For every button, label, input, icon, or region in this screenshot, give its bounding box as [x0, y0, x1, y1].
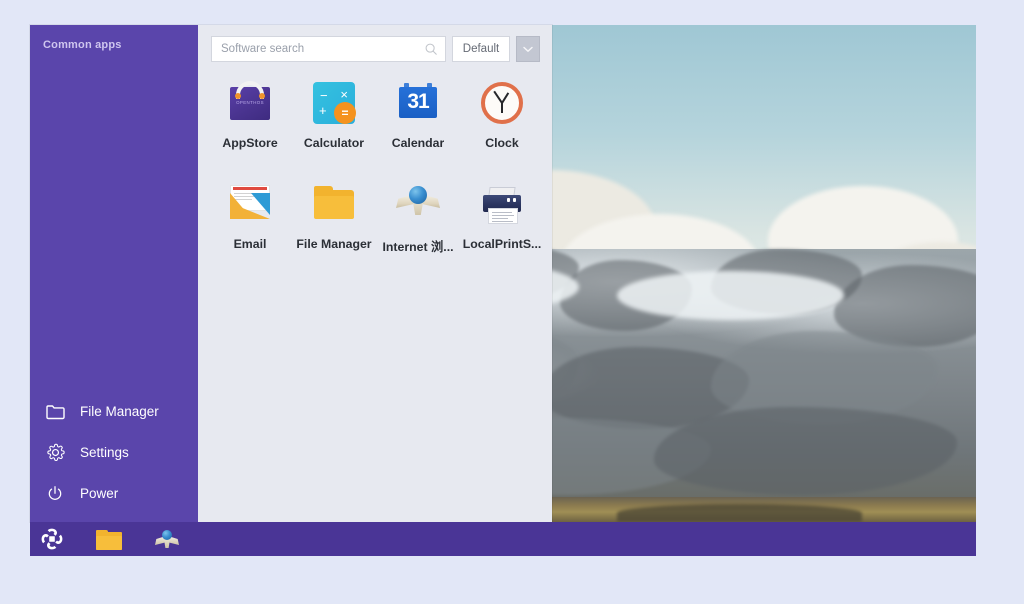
taskbar-browser[interactable] — [145, 522, 189, 556]
sidebar-item-settings[interactable]: Settings — [30, 432, 198, 473]
screen-root: Common apps File Manager Settings Power … — [0, 0, 1024, 604]
search-scope-label: Default — [462, 43, 500, 55]
app-tile-email[interactable]: Email — [208, 176, 292, 259]
clock-icon — [479, 80, 525, 126]
search-scope-dropdown-button[interactable] — [516, 36, 540, 62]
start-button[interactable] — [30, 522, 74, 556]
app-tile-calendar[interactable]: 31 Calendar — [376, 75, 460, 154]
browser-icon — [395, 181, 441, 227]
start-menu-panel: Default — [198, 25, 552, 522]
app-tile-calculator[interactable]: − × + = Calculator — [292, 75, 376, 154]
calendar-icon: 31 — [395, 80, 441, 126]
app-tile-file-manager[interactable]: File Manager — [292, 176, 376, 259]
app-label: File Manager — [296, 237, 372, 251]
calculator-icon: − × + = — [311, 80, 357, 126]
app-tile-local-print-share[interactable]: LocalPrintS... — [460, 176, 544, 259]
search-box[interactable] — [211, 36, 446, 62]
app-label: Clock — [485, 136, 519, 150]
search-icon[interactable] — [424, 42, 438, 56]
sidebar-bottom-list: File Manager Settings Power — [30, 391, 198, 522]
app-label: Internet 浏... — [382, 240, 454, 254]
gear-icon — [44, 442, 66, 464]
email-icon — [227, 181, 273, 227]
taskbar-file-manager[interactable] — [87, 522, 131, 556]
sidebar-item-label: Power — [80, 486, 119, 501]
app-tile-browser[interactable]: Internet 浏... — [376, 176, 460, 259]
app-grid: OPENTHOS AppStore − × + = Calculator 31 … — [208, 75, 544, 259]
appstore-icon: OPENTHOS — [227, 80, 273, 126]
chevron-down-icon — [523, 40, 533, 58]
folder-icon — [311, 181, 357, 227]
sidebar-item-file-manager[interactable]: File Manager — [30, 391, 198, 432]
start-menu: Common apps File Manager Settings Power … — [30, 25, 552, 522]
start-logo-icon — [40, 527, 64, 551]
folder-icon — [44, 401, 66, 423]
app-tile-appstore[interactable]: OPENTHOS AppStore — [208, 75, 292, 154]
start-menu-sidebar: Common apps File Manager Settings Power — [30, 25, 198, 522]
app-label: Calendar — [391, 136, 445, 150]
search-input[interactable] — [219, 42, 424, 56]
sidebar-item-power[interactable]: Power — [30, 473, 198, 514]
app-label: AppStore — [222, 136, 278, 150]
printer-icon — [479, 181, 525, 227]
sidebar-title: Common apps — [43, 39, 122, 51]
sidebar-item-label: File Manager — [80, 404, 159, 419]
search-row: Default — [211, 36, 540, 62]
app-tile-clock[interactable]: Clock — [460, 75, 544, 154]
app-label: Calculator — [303, 136, 365, 150]
app-label: LocalPrintS... — [462, 237, 542, 251]
power-icon — [44, 483, 66, 505]
app-label: Email — [233, 237, 267, 251]
sidebar-item-label: Settings — [80, 445, 129, 460]
taskbar — [30, 522, 976, 556]
calendar-day-number: 31 — [407, 90, 429, 113]
browser-icon — [154, 528, 180, 550]
search-scope-button[interactable]: Default — [452, 36, 510, 62]
folder-icon — [96, 529, 122, 550]
